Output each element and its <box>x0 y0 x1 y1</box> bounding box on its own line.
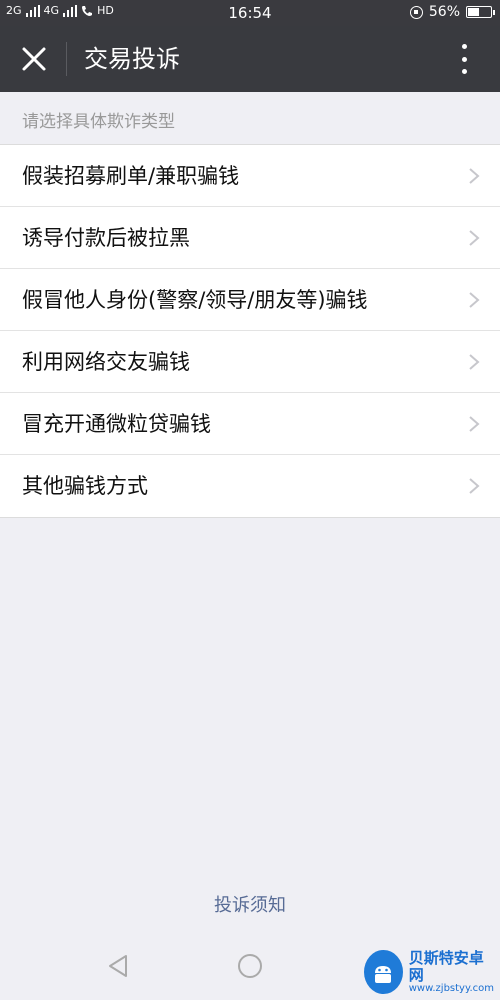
chevron-right-icon <box>468 477 480 495</box>
watermark: 贝斯特安卓网 www.zjbstyy.com <box>364 948 494 996</box>
android-robot-icon <box>375 966 392 983</box>
chevron-right-icon <box>468 167 480 185</box>
home-icon[interactable] <box>236 952 264 980</box>
list-item-label: 冒充开通微粒贷骗钱 <box>22 412 211 436</box>
watermark-title: 贝斯特安卓网 <box>408 949 484 984</box>
more-dot <box>461 69 467 74</box>
list-item-label: 利用网络交友骗钱 <box>22 350 190 374</box>
list-item-label: 诱导付款后被拉黑 <box>22 226 190 250</box>
close-button[interactable] <box>14 39 54 79</box>
fraud-type-list: 假装招募刷单/兼职骗钱 诱导付款后被拉黑 假冒他人身份(警察/领导/朋友等)骗钱… <box>0 144 500 518</box>
list-item[interactable]: 其他骗钱方式 <box>0 455 500 517</box>
status-right: 56% <box>409 4 495 20</box>
chevron-right-icon <box>468 353 480 371</box>
list-item-label: 其他骗钱方式 <box>22 474 148 498</box>
list-item[interactable]: 假冒他人身份(警察/领导/朋友等)骗钱 <box>0 269 500 331</box>
chevron-right-icon <box>468 291 480 309</box>
watermark-logo-icon <box>364 950 403 994</box>
back-icon[interactable] <box>104 952 132 980</box>
nav-divider <box>66 42 67 76</box>
more-vertical-icon <box>461 44 467 49</box>
list-item[interactable]: 利用网络交友骗钱 <box>0 331 500 393</box>
list-item[interactable]: 诱导付款后被拉黑 <box>0 207 500 269</box>
chevron-right-icon <box>468 415 480 433</box>
more-options-button[interactable] <box>454 42 474 76</box>
complaint-notice-link[interactable]: 投诉须知 <box>0 890 500 922</box>
watermark-url: www.zjbstyy.com <box>408 983 494 994</box>
list-item-label: 假装招募刷单/兼职骗钱 <box>22 164 240 188</box>
battery-icon <box>466 6 495 18</box>
list-item[interactable]: 假装招募刷单/兼职骗钱 <box>0 145 500 207</box>
page-title: 交易投诉 <box>84 45 180 73</box>
list-item-label: 假冒他人身份(警察/领导/朋友等)骗钱 <box>22 288 368 312</box>
section-hint: 请选择具体欺诈类型 <box>22 112 175 132</box>
battery-percent: 56% <box>428 4 460 20</box>
close-icon <box>22 47 46 71</box>
watermark-text: 贝斯特安卓网 www.zjbstyy.com <box>409 950 494 994</box>
rotation-lock-icon <box>409 5 423 19</box>
chevron-right-icon <box>468 229 480 247</box>
nav-bar: 交易投诉 <box>0 26 500 92</box>
list-item[interactable]: 冒充开通微粒贷骗钱 <box>0 393 500 455</box>
more-dot <box>461 56 467 62</box>
status-bar: 2G 4G HD 16:54 56% <box>0 0 500 26</box>
battery-fill <box>468 8 479 16</box>
